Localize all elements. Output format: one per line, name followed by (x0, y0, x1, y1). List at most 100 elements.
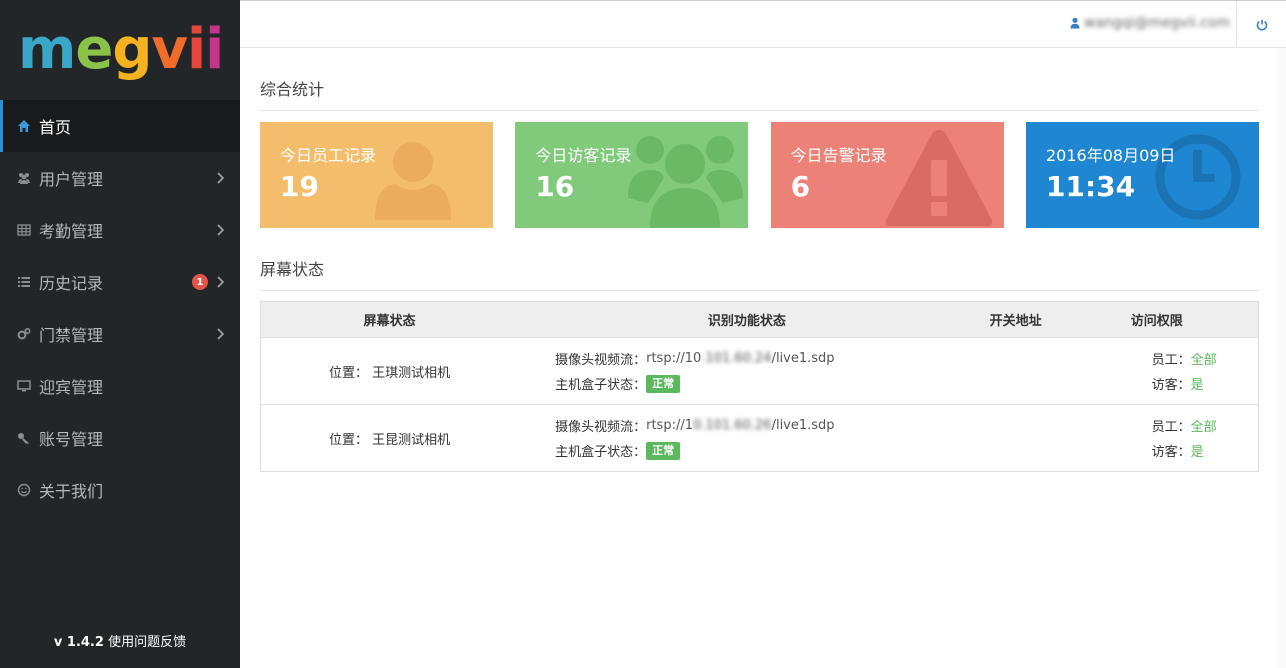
recognition-status-cell: 摄像头视频流： rtsp://10.101.60.24/live1.sdp 主机… (518, 337, 976, 405)
table-icon (17, 223, 31, 237)
location-cell: 位置： 王琪测试相机 (260, 337, 519, 405)
chevron-right-icon (217, 328, 224, 340)
user-menu[interactable]: wangqi@megvii.com (1070, 15, 1230, 31)
chevron-right-icon (217, 276, 224, 288)
screen-status-title: 屏幕状态 (260, 228, 1259, 291)
sidebar-item-label: 考勤管理 (39, 222, 104, 241)
screen-status-table: 屏幕状态 识别功能状态 开关地址 访问权限 位置： 王琪测试相机 摄像头视频流：… (260, 301, 1259, 472)
sidebar-item-reception[interactable]: 迎宾管理 (0, 360, 240, 412)
person-icon (375, 142, 451, 220)
sidebar-item-users[interactable]: 用户管理 (0, 152, 240, 204)
status-badge: 正常 (646, 441, 681, 460)
logo-letter: g (112, 17, 152, 82)
switch-address-cell (975, 404, 1056, 472)
logo-letter: m (18, 17, 76, 82)
chevron-right-icon (217, 172, 224, 184)
chevron-right-icon (217, 224, 224, 236)
logo-letter: i (205, 17, 224, 82)
visitor-label: 访客： (1151, 445, 1191, 460)
sidebar-item-history[interactable]: 历史记录 1 (0, 256, 240, 308)
location-cell: 位置： 王昆测试相机 (260, 404, 519, 472)
top-bar: wangqi@megvii.com (240, 0, 1286, 48)
sidebar-item-access-control[interactable]: 门禁管理 (0, 308, 240, 360)
card-value: 16 (535, 170, 575, 203)
box-status-label: 主机盒子状态： (555, 445, 647, 460)
logout-button[interactable] (1236, 1, 1286, 48)
employee-label: 员工： (1151, 353, 1191, 368)
column-header: 开关地址 (975, 301, 1056, 338)
power-icon (1256, 19, 1267, 30)
list-icon (17, 275, 31, 289)
users-icon (17, 171, 31, 185)
stream-label: 摄像头视频流： (555, 353, 647, 368)
logo-letter: i (186, 17, 206, 82)
notification-badge: 1 (192, 274, 208, 290)
sidebar-nav: 首页 用户管理 考勤管理 历史记录 1 门禁管理 迎宾管理 账号管理 关于我们 (0, 100, 240, 516)
current-date: 2016年08月09日 (1045, 146, 1176, 165)
visitor-records-card[interactable]: 今日访客记录 16 (515, 122, 749, 228)
sidebar-item-attendance[interactable]: 考勤管理 (0, 204, 240, 256)
sidebar-item-label: 账号管理 (39, 430, 104, 449)
column-header: 识别功能状态 (518, 301, 976, 338)
card-label: 今日告警记录 (790, 146, 887, 165)
home-icon (17, 119, 31, 133)
logo-letter: v (151, 17, 188, 82)
warning-icon (885, 130, 992, 226)
gears-icon (17, 327, 31, 341)
recognition-status-cell: 摄像头视频流： rtsp://10.101.60.26/live1.sdp 主机… (518, 404, 976, 472)
sidebar-item-label: 首页 (39, 118, 72, 137)
card-label: 今日员工记录 (280, 146, 377, 165)
stat-cards: 今日员工记录 19 今日访客记录 16 今日告警记录 6 2016年08月09日… (260, 122, 1259, 228)
overview-title: 综合统计 (260, 48, 1259, 111)
visitor-label: 访客： (1151, 378, 1191, 393)
version-footer: v 1.4.2 使用问题反馈 (0, 631, 240, 650)
monitor-icon (17, 379, 31, 393)
logo-letter: e (75, 17, 113, 82)
sidebar-item-about[interactable]: 关于我们 (0, 464, 240, 516)
main-content: 综合统计 今日员工记录 19 今日访客记录 16 今日告警记录 6 2016年0… (260, 48, 1259, 472)
feedback-link[interactable]: 使用问题反馈 (108, 635, 186, 650)
access-permission-cell: 员工： 全部 访客： 是 (1055, 337, 1259, 405)
stream-label: 摄像头视频流： (555, 420, 647, 435)
sidebar-item-label: 历史记录 (39, 274, 104, 293)
alert-records-card[interactable]: 今日告警记录 6 (770, 122, 1004, 228)
scrollbar[interactable] (1276, 48, 1286, 668)
location-label: 位置： (328, 365, 368, 381)
sidebar-item-label: 门禁管理 (39, 326, 104, 345)
table-header-row: 屏幕状态 识别功能状态 开关地址 访问权限 (260, 301, 1259, 338)
employee-label: 员工： (1151, 420, 1191, 435)
employee-value: 全部 (1190, 420, 1217, 435)
sidebar-item-home[interactable]: 首页 (0, 100, 240, 152)
sidebar-item-label: 迎宾管理 (39, 378, 104, 397)
group-icon (628, 136, 744, 228)
date-time-card: 2016年08月09日 11:34 (1025, 122, 1259, 228)
visitor-value: 是 (1190, 445, 1204, 460)
sidebar-item-account[interactable]: 账号管理 (0, 412, 240, 464)
megvii-logo[interactable]: megvii (0, 0, 240, 100)
stream-url: rtsp://10.101.60.24/live1.sdp (646, 351, 835, 366)
version-label: v 1.4.2 (53, 635, 104, 650)
column-header: 屏幕状态 (260, 301, 519, 338)
key-icon (17, 431, 31, 445)
stream-url: rtsp://10.101.60.26/live1.sdp (646, 418, 835, 433)
employee-value: 全部 (1190, 353, 1217, 368)
card-label: 今日访客记录 (535, 146, 632, 165)
location-label: 位置： (328, 432, 368, 448)
sidebar-item-label: 用户管理 (39, 170, 104, 189)
sidebar: megvii 首页 用户管理 考勤管理 历史记录 1 门禁管理 迎宾管理 账号管… (0, 0, 240, 668)
table-row[interactable]: 位置： 王琪测试相机 摄像头视频流： rtsp://10.101.60.24/l… (260, 337, 1259, 405)
employee-records-card[interactable]: 今日员工记录 19 (260, 122, 493, 228)
column-header: 访问权限 (1055, 301, 1259, 338)
access-permission-cell: 员工： 全部 访客： 是 (1055, 404, 1259, 472)
user-email: wangqi@megvii.com (1083, 15, 1230, 31)
smile-icon (17, 483, 31, 497)
current-time: 11:34 (1045, 170, 1136, 203)
card-value: 19 (280, 170, 319, 203)
sidebar-item-label: 关于我们 (39, 482, 104, 501)
switch-address-cell (975, 337, 1056, 405)
card-value: 6 (790, 170, 811, 203)
status-badge: 正常 (646, 374, 681, 393)
user-icon (1070, 17, 1080, 29)
table-row[interactable]: 位置： 王昆测试相机 摄像头视频流： rtsp://10.101.60.26/l… (260, 404, 1259, 472)
location-value: 王昆测试相机 (372, 432, 451, 448)
